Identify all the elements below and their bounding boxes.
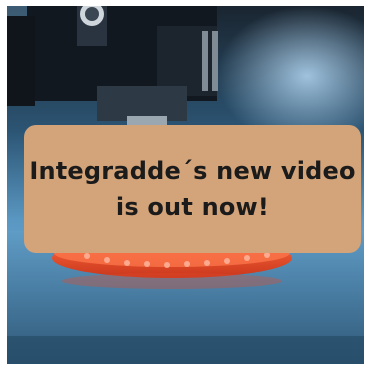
- announcement-line-1: Integradde´s new video: [29, 157, 356, 185]
- announcement-line-2: is out now!: [115, 193, 270, 221]
- photo-frame: Integradde´s new video is out now!: [7, 6, 364, 364]
- announcement-card: Integradde´s new video is out now!: [24, 125, 361, 253]
